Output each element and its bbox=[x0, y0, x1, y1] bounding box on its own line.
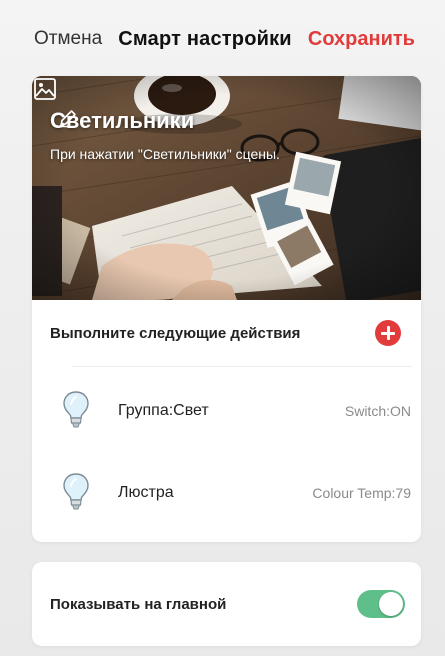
show-on-home-card: Показывать на главной bbox=[32, 562, 421, 646]
scene-description: При нажатии "Светильники" сцены. bbox=[50, 146, 280, 162]
pencil-icon[interactable] bbox=[58, 108, 78, 128]
action-device-value: Switch:ON bbox=[344, 403, 411, 419]
plus-circle-icon[interactable] bbox=[375, 320, 401, 346]
show-on-home-label: Показывать на главной bbox=[50, 595, 227, 613]
actions-section-label: Выполните следующие действия bbox=[50, 324, 301, 342]
light-bulb-icon bbox=[63, 391, 89, 428]
action-device-name: Люстра bbox=[118, 484, 174, 501]
divider bbox=[72, 366, 412, 367]
scene-card: Светильники При нажатии "Светильники" сц… bbox=[32, 76, 421, 542]
image-icon[interactable] bbox=[32, 76, 58, 102]
page-title: Смарт настройки bbox=[118, 27, 292, 50]
scene-cover-image[interactable]: Светильники При нажатии "Светильники" сц… bbox=[32, 76, 421, 300]
action-device-name: Группа:Свет bbox=[118, 402, 209, 419]
actions-section-header: Выполните следующие действия bbox=[32, 300, 421, 366]
action-device-value: Colour Temp:79 bbox=[312, 485, 411, 501]
action-item[interactable]: Люстра Colour Temp:79 bbox=[32, 450, 421, 536]
cancel-button[interactable]: Отмена bbox=[34, 28, 102, 50]
action-item[interactable]: Группа:Свет Switch:ON bbox=[32, 368, 421, 454]
show-on-home-toggle[interactable] bbox=[357, 590, 405, 618]
top-navigation-bar: Отмена Смарт настройки Сохранить bbox=[0, 0, 445, 78]
light-bulb-icon bbox=[63, 473, 89, 510]
toggle-knob bbox=[379, 592, 403, 616]
save-button[interactable]: Сохранить bbox=[308, 28, 415, 51]
scene-name[interactable]: Светильники bbox=[50, 108, 194, 134]
